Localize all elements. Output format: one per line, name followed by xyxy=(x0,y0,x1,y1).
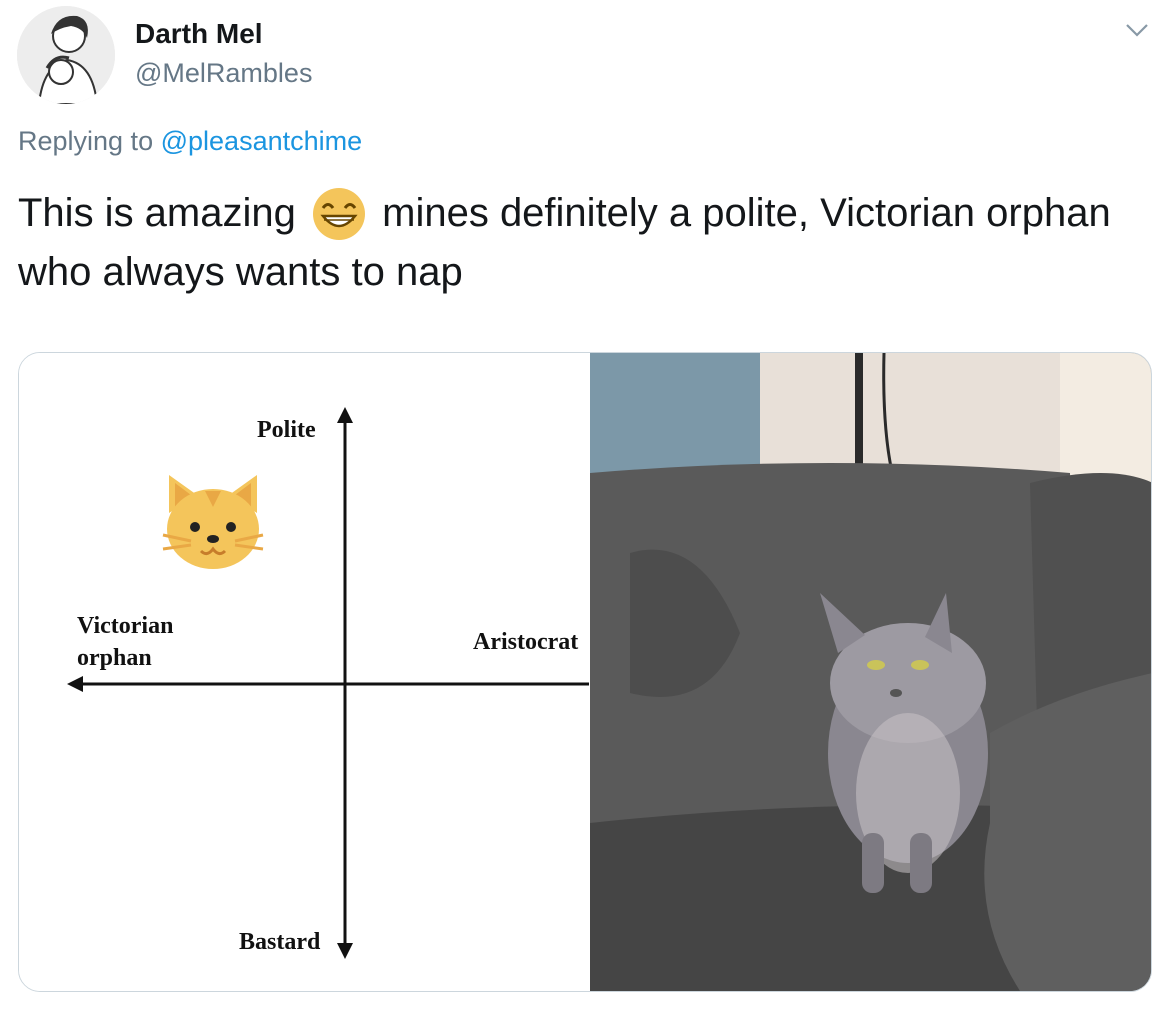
axis-label-left-2: orphan xyxy=(77,645,152,671)
axis-arrow-up-icon xyxy=(337,407,353,423)
axis-label-top: Polite xyxy=(257,417,316,443)
replying-prefix: Replying to xyxy=(18,126,154,156)
display-name[interactable]: Darth Mel xyxy=(135,18,263,50)
cat-photo[interactable] xyxy=(590,353,1151,991)
user-handle[interactable]: @MelRambles xyxy=(135,58,312,89)
tweet-text-part1: This is amazing xyxy=(18,191,296,235)
grinning-face-icon xyxy=(311,186,367,242)
axis-label-left-1: Victorian xyxy=(77,613,173,639)
replying-to: Replying to @pleasantchime xyxy=(18,126,362,157)
axis-label-right: Aristocrat xyxy=(473,629,578,655)
chevron-down-icon[interactable] xyxy=(1124,20,1150,40)
cat-face-icon xyxy=(162,475,264,569)
axis-arrow-down-icon xyxy=(337,943,353,959)
tweet-media[interactable]: Polite Bastard Victorian orphan Aristocr… xyxy=(18,352,1152,992)
avatar[interactable] xyxy=(17,6,115,104)
axis-arrow-left-icon xyxy=(67,676,83,692)
axis-label-bottom: Bastard xyxy=(239,929,321,955)
alignment-chart[interactable]: Polite Bastard Victorian orphan Aristocr… xyxy=(19,353,589,991)
mention-link[interactable]: @pleasantchime xyxy=(161,126,363,156)
tweet-text: This is amazing mines definitely a polit… xyxy=(18,184,1138,302)
